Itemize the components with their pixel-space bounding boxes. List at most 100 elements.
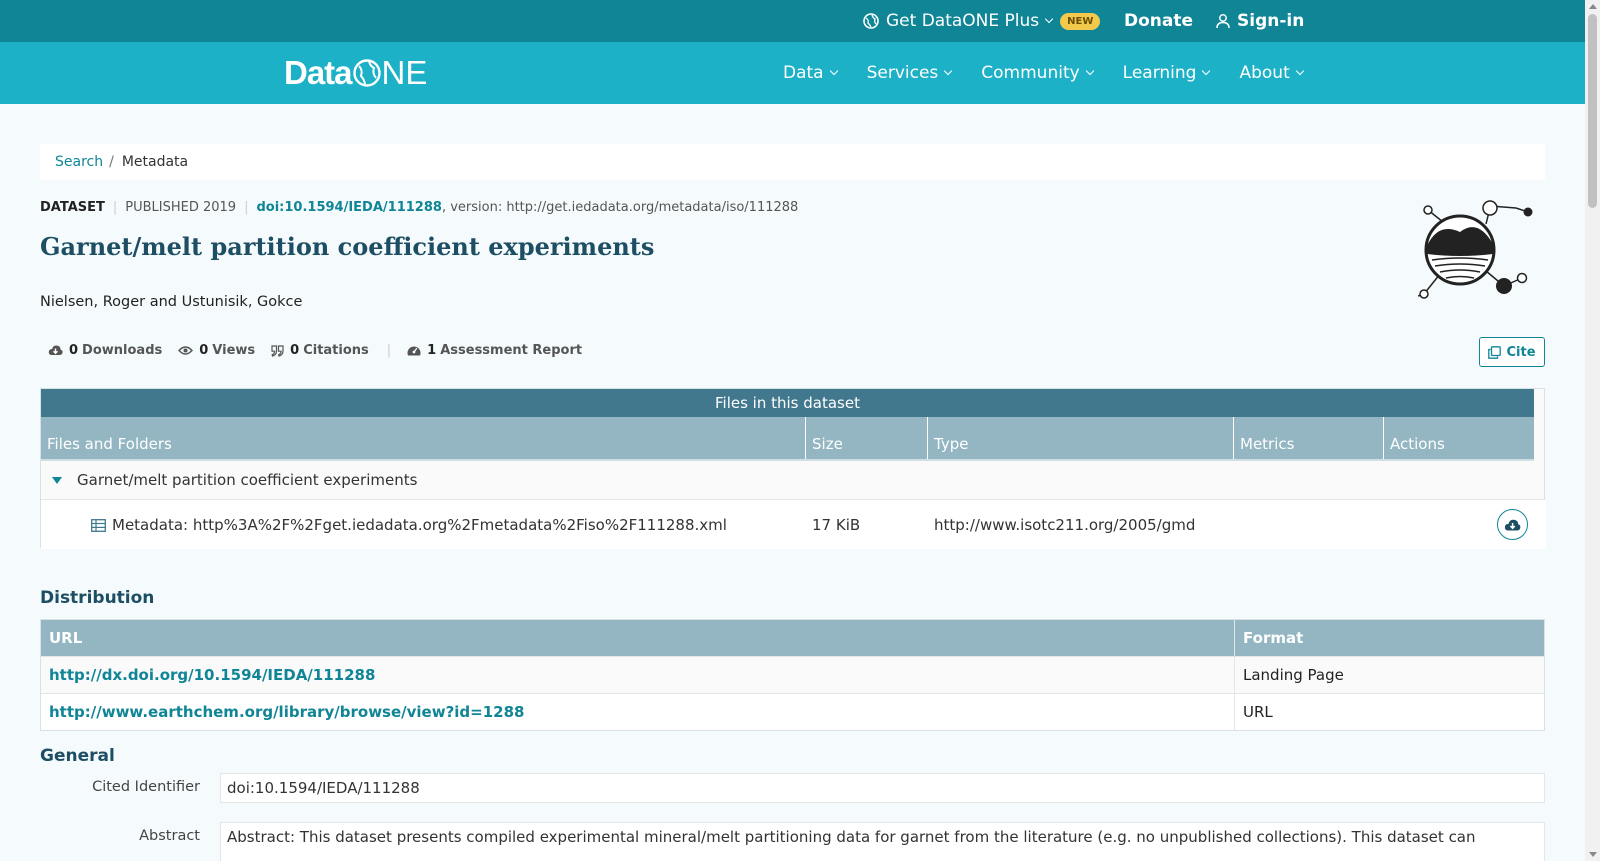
cloud-download-icon xyxy=(48,345,63,355)
dataset-meta-line: DATASET | PUBLISHED 2019 | doi:10.1594/I… xyxy=(40,200,798,215)
dataset-metrics: 0 Downloads 0 Views 0 Citations | 1 Asse… xyxy=(48,343,598,358)
distribution-row: http://www.earthchem.org/library/browse/… xyxy=(41,693,1544,730)
user-icon xyxy=(1216,14,1230,29)
file-name[interactable]: Metadata: http%3A%2F%2Fget.iedadata.org%… xyxy=(112,516,727,534)
version-text: , version: http://get.iedadata.org/metad… xyxy=(441,200,799,215)
caret-down-icon[interactable] xyxy=(52,476,62,484)
cloud-download-icon xyxy=(1504,519,1521,530)
get-dataone-plus-menu[interactable]: Get DataONE Plus NEW xyxy=(862,0,1101,42)
downloads-count: 0 xyxy=(69,343,79,358)
quote-icon xyxy=(271,344,284,357)
views-label: Views xyxy=(212,343,256,358)
main-navbar: Data NE Data Services Community Learning… xyxy=(0,42,1585,104)
published-year: PUBLISHED 2019 xyxy=(125,200,237,215)
nav-services-label: Services xyxy=(866,63,939,83)
folder-row[interactable]: Garnet/melt partition coefficient experi… xyxy=(41,459,1534,499)
logo-text-data: Data xyxy=(284,54,353,91)
views-metric[interactable]: 0 Views xyxy=(178,343,255,358)
nav-community-label: Community xyxy=(981,63,1080,83)
cite-button[interactable]: Cite xyxy=(1479,337,1545,367)
distribution-url-cell: http://dx.doi.org/10.1594/IEDA/111288 xyxy=(41,657,1235,693)
nav-about[interactable]: About xyxy=(1239,63,1304,83)
nav-links: Data Services Community Learning About xyxy=(783,42,1333,104)
breadcrumb-search[interactable]: Search xyxy=(55,154,103,170)
abstract-value: Abstract: This dataset presents compiled… xyxy=(220,822,1545,861)
sign-in-label: Sign-in xyxy=(1237,11,1305,31)
column-files-and-folders[interactable]: Files and Folders xyxy=(41,417,806,459)
downloads-label: Downloads xyxy=(82,343,163,358)
new-badge: NEW xyxy=(1060,12,1101,30)
breadcrumb: Search / Metadata xyxy=(40,144,1545,180)
distribution-format: URL xyxy=(1243,703,1273,721)
divider: | xyxy=(244,200,249,215)
eye-icon xyxy=(178,346,194,355)
distribution-url-link[interactable]: http://www.earthchem.org/library/browse/… xyxy=(49,703,524,721)
assessment-count: 1 xyxy=(427,343,437,358)
scroll-up-arrow-icon[interactable] xyxy=(1589,4,1597,9)
nav-learning[interactable]: Learning xyxy=(1122,63,1211,83)
column-url: URL xyxy=(41,620,1235,656)
globe-plus-icon xyxy=(863,13,879,29)
divider: | xyxy=(386,343,392,358)
dataset-title: Garnet/melt partition coefficient experi… xyxy=(40,232,655,261)
column-format: Format xyxy=(1243,629,1304,647)
scroll-down-arrow-icon[interactable] xyxy=(1589,852,1597,857)
chevron-down-icon xyxy=(1085,66,1094,76)
cited-identifier-label: Cited Identifier xyxy=(92,779,200,795)
breadcrumb-current: Metadata xyxy=(121,154,189,170)
cited-identifier-value: doi:10.1594/IEDA/111288 xyxy=(220,773,1545,803)
nav-about-label: About xyxy=(1239,63,1290,83)
breadcrumb-separator: / xyxy=(109,154,114,170)
chevron-down-icon xyxy=(944,66,953,76)
distribution-header-row: URL Format xyxy=(41,620,1544,656)
citations-metric[interactable]: 0 Citations xyxy=(271,343,369,358)
citations-count: 0 xyxy=(290,343,300,358)
citations-label: Citations xyxy=(303,343,369,358)
files-table-columns: Files and Folders Size Type Metrics Acti… xyxy=(41,417,1534,459)
scrollbar-thumb[interactable] xyxy=(1588,14,1597,208)
logo-text-ne: NE xyxy=(381,54,428,91)
views-count: 0 xyxy=(199,343,209,358)
column-size[interactable]: Size xyxy=(806,417,928,459)
doi-link[interactable]: doi:10.1594/IEDA/111288 xyxy=(256,200,441,215)
column-type[interactable]: Type xyxy=(928,417,1234,459)
column-actions: Actions xyxy=(1390,435,1445,453)
donate-link[interactable]: Donate xyxy=(1124,0,1193,42)
folder-name: Garnet/melt partition coefficient experi… xyxy=(77,471,418,489)
table-icon xyxy=(91,518,106,532)
general-heading: General xyxy=(40,746,115,766)
chevron-down-icon xyxy=(1044,14,1054,24)
dataset-badge-icon xyxy=(1418,200,1533,299)
distribution-url-cell: http://www.earthchem.org/library/browse/… xyxy=(41,694,1235,730)
dataone-logo[interactable]: Data NE xyxy=(284,54,427,92)
nav-learning-label: Learning xyxy=(1122,63,1197,83)
copy-icon xyxy=(1488,345,1502,359)
dataset-authors: Nielsen, Roger and Ustunisik, Gokce xyxy=(40,294,303,310)
abstract-label: Abstract xyxy=(139,828,200,844)
file-name-cell: Metadata: http%3A%2F%2Fget.iedadata.org%… xyxy=(91,500,727,550)
nav-data[interactable]: Data xyxy=(783,63,838,83)
sign-in-link[interactable]: Sign-in xyxy=(1215,0,1304,42)
nav-community[interactable]: Community xyxy=(981,63,1094,83)
nav-services[interactable]: Services xyxy=(866,63,953,83)
distribution-heading: Distribution xyxy=(40,588,155,608)
distribution-url-link[interactable]: http://dx.doi.org/10.1594/IEDA/111288 xyxy=(49,666,375,684)
chevron-down-icon xyxy=(829,66,838,76)
chevron-down-icon xyxy=(1202,66,1211,76)
downloads-metric[interactable]: 0 Downloads xyxy=(48,343,162,358)
file-size: 17 KiB xyxy=(812,516,861,534)
gauge-icon xyxy=(407,346,421,356)
distribution-format: Landing Page xyxy=(1243,666,1344,684)
assessment-metric[interactable]: 1 Assessment Report xyxy=(407,343,582,358)
cite-label: Cite xyxy=(1506,344,1536,360)
files-table-header: Files in this dataset xyxy=(41,389,1534,417)
page-scrollbar[interactable] xyxy=(1585,0,1600,861)
file-type: http://www.isotc211.org/2005/gmd xyxy=(934,516,1196,534)
distribution-table: URL Format http://dx.doi.org/10.1594/IED… xyxy=(40,619,1545,731)
download-button[interactable] xyxy=(1497,509,1528,540)
column-metrics[interactable]: Metrics xyxy=(1234,417,1384,459)
dataset-type: DATASET xyxy=(40,200,105,215)
assessment-label: Assessment Report xyxy=(440,343,583,358)
chevron-down-icon xyxy=(1295,66,1304,76)
globe-o-icon xyxy=(352,59,381,87)
